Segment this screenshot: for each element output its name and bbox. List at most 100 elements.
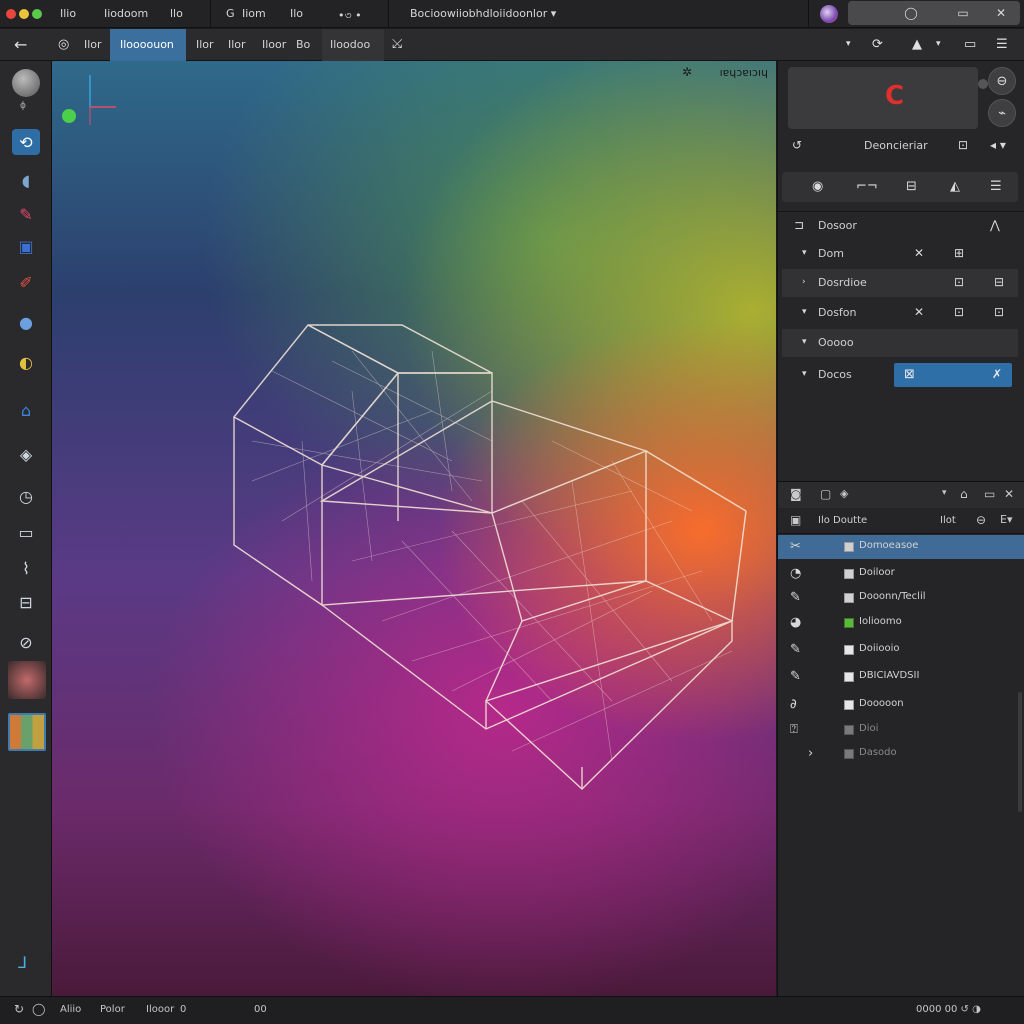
layers-shield-icon[interactable]: ◈ — [840, 487, 848, 500]
menu-item-0[interactable]: Ilio — [60, 7, 76, 20]
row-close-icon[interactable]: ✕ — [914, 305, 924, 319]
title-tool-b[interactable]: Iiom — [242, 7, 266, 20]
house-tool-icon[interactable]: ⌂ — [12, 397, 40, 423]
layers-more-icon[interactable]: E▾ — [1000, 513, 1012, 526]
layers-frame-icon[interactable]: ▢ — [820, 487, 831, 501]
wave-button-icon[interactable]: ⌁ — [988, 99, 1016, 127]
monitor-tool-icon[interactable]: ▭ — [12, 519, 40, 545]
title-tool-a[interactable]: G — [226, 7, 235, 20]
menu-item-2[interactable]: llo — [170, 7, 183, 20]
pick-icon[interactable]: ✗ — [992, 367, 1002, 381]
row-window-icon[interactable]: ⊟ — [994, 275, 1004, 289]
layer-item[interactable]: ◔ Doiloor — [778, 562, 1024, 586]
layer-item[interactable]: ✎ Doiiooio — [778, 638, 1024, 662]
window-restore-icon[interactable]: ◯ — [884, 3, 938, 23]
layer-expand-icon[interactable]: › — [808, 746, 813, 761]
row-chevron-icon[interactable]: ▾ — [802, 248, 807, 258]
title-tool-c[interactable]: Ilo — [290, 7, 303, 20]
layers-close-icon[interactable]: ✕ — [1004, 487, 1014, 501]
row-chevron-icon[interactable]: ▾ — [802, 337, 807, 347]
seg-frame-icon[interactable]: ⊟ — [906, 179, 917, 194]
property-row-2[interactable]: ▾ Dosfon ✕ ⊡ ⊡ — [782, 299, 1018, 327]
property-row-4[interactable]: ▾ Docos ⊠ ✗ — [782, 361, 1018, 389]
row-chevron-icon[interactable]: ▾ — [802, 307, 807, 317]
refresh-icon[interactable]: ⟳ — [872, 37, 883, 52]
layer-item[interactable]: › Dasodo — [778, 742, 1024, 766]
3d-viewport[interactable]: ✲ ıɐɥɔɐıɔıɥ — [52, 61, 776, 996]
layers-scrollbar[interactable] — [1018, 692, 1022, 812]
color-swatch-thumbnail[interactable] — [8, 661, 46, 699]
status-circle-icon[interactable]: ◯ — [32, 1002, 45, 1016]
seg-list-icon[interactable]: ☰ — [990, 179, 1002, 194]
color-preview[interactable]: C — [788, 67, 978, 129]
sphere-tool-icon[interactable] — [12, 69, 40, 97]
toolbar-item-1[interactable]: Iloooouon — [120, 38, 174, 51]
bird-tool-icon[interactable]: ⌇ — [12, 555, 40, 581]
minimize-window-dot[interactable] — [19, 9, 29, 19]
menu-icon[interactable]: ☰ — [996, 37, 1008, 52]
toolbar-item-0[interactable]: Ilor — [84, 38, 102, 51]
brush-tool-icon[interactable]: ✐ — [12, 269, 40, 295]
title-tool-d[interactable]: •৩ • — [338, 7, 362, 26]
layer-item[interactable]: ✎ Dooonn/Teclil — [778, 586, 1024, 610]
row-frame-icon[interactable]: ⊡ — [954, 275, 964, 289]
back-arrow-icon[interactable]: ← — [14, 35, 27, 54]
menu-item-1[interactable]: Iiodoom — [104, 7, 148, 20]
fish-tool-icon[interactable]: ◖ — [12, 167, 40, 193]
layer-item[interactable]: ✎ DBICIAVDSII — [778, 665, 1024, 689]
layers-camera-icon[interactable]: ◙ — [790, 487, 802, 501]
clock-tool-icon[interactable]: ◷ — [12, 483, 40, 509]
status-refresh-icon[interactable]: ↻ — [14, 1002, 24, 1016]
row-grid-icon[interactable]: ⊞ — [954, 246, 964, 260]
toolbar-item-2[interactable]: Ilor — [196, 38, 214, 51]
row-frame-icon[interactable]: ⊡ — [954, 305, 964, 319]
palette-icon[interactable]: ◎ — [58, 37, 69, 52]
avatar[interactable] — [820, 5, 838, 23]
dropdown-icon[interactable]: ▾ — [846, 39, 851, 49]
frame-icon[interactable]: ⊡ — [958, 138, 968, 152]
expand-icon[interactable]: ⤩ — [392, 37, 402, 52]
section-collapse-icon[interactable]: ⋀ — [990, 218, 1000, 232]
window-icon[interactable]: ▭ — [964, 37, 976, 52]
layer-item[interactable]: ⍰ Dioi — [778, 718, 1024, 742]
rotate-tool-icon[interactable]: ⟲ — [12, 129, 40, 155]
balloon-tool-icon[interactable]: ◐ — [12, 349, 40, 375]
paint-tool-icon[interactable]: ✎ — [12, 201, 40, 227]
row-close-icon[interactable]: ✕ — [914, 246, 924, 260]
close-window-dot[interactable] — [6, 9, 16, 19]
zoom-window-dot[interactable] — [32, 9, 42, 19]
layer-item[interactable]: ◕ Iolioomo — [778, 611, 1024, 635]
collapse-icon[interactable]: ◂ ▾ — [990, 138, 1006, 152]
property-row-3[interactable]: ▾ Ooooo — [782, 329, 1018, 357]
row-chevron-icon[interactable]: ▾ — [802, 369, 807, 379]
texture-thumbnail[interactable] — [8, 713, 46, 751]
toolbar-item-4[interactable]: Iloor — [262, 38, 286, 51]
seg-bracket-icon[interactable]: ⌐¬ — [856, 179, 878, 194]
layers-folder-icon[interactable]: ▣ — [790, 513, 801, 527]
row-chevron-icon[interactable]: › — [802, 277, 806, 287]
property-row-1[interactable]: › Dosrdioe ⊡ ⊟ — [782, 269, 1018, 297]
layers-header-right[interactable]: Ilot — [940, 515, 956, 526]
layers-window-icon[interactable]: ▭ — [984, 487, 995, 501]
seg-target-icon[interactable]: ◉ — [812, 179, 823, 194]
seg-shape-icon[interactable]: ◭ — [950, 179, 960, 194]
layer-item[interactable]: ∂ Dooooon — [778, 693, 1024, 717]
layers-view-icon[interactable]: ⊖ — [976, 513, 986, 527]
circle-tool-icon[interactable]: ⊘ — [12, 629, 40, 655]
canvas-tool-icon[interactable]: ▣ — [12, 233, 40, 259]
layers-home-icon[interactable]: ⌂ — [960, 487, 968, 501]
window-close-icon[interactable]: ✕ — [974, 3, 1024, 23]
toolbar-item-3[interactable]: Ilor — [228, 38, 246, 51]
triangle-dropdown-icon[interactable]: ▾ — [936, 39, 941, 49]
globe-tool-icon[interactable]: ● — [12, 309, 40, 335]
triangle-icon[interactable]: ▲ — [912, 37, 922, 52]
slider-tool-icon[interactable]: ⊟ — [12, 589, 40, 615]
toolbar-item-5[interactable]: Bo — [296, 38, 310, 51]
property-row-0[interactable]: ▾ Dom ✕ ⊞ — [782, 241, 1018, 267]
row-selected-field[interactable]: ⊠ ✗ — [894, 363, 1012, 387]
lasso-tool-icon[interactable]: ◈ — [12, 441, 40, 467]
layer-item[interactable]: ✂ Domoeasoe — [778, 535, 1024, 559]
row-window-icon[interactable]: ⊡ — [994, 305, 1004, 319]
undo-icon[interactable]: ↺ — [792, 138, 802, 152]
layers-dropdown-icon[interactable]: ▾ — [942, 488, 947, 498]
